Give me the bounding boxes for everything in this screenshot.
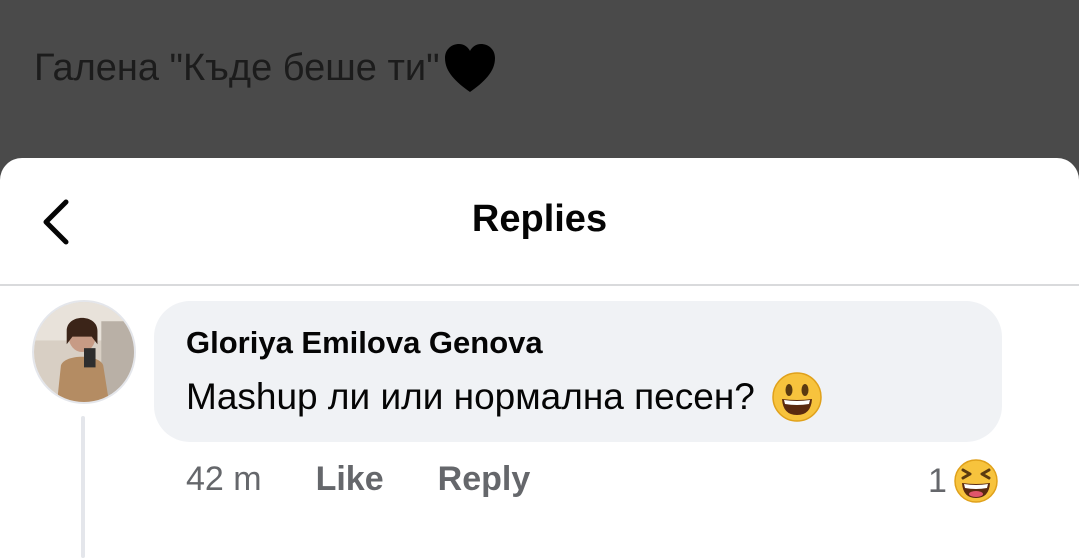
sheet-header: Replies — [0, 158, 1079, 286]
like-button[interactable]: Like — [316, 460, 384, 499]
grinning-face-icon — [771, 371, 823, 423]
sheet-title: Replies — [471, 198, 608, 240]
thread-line — [81, 416, 85, 558]
comment-bubble[interactable]: Gloriya Emilova Genova Mashup ли или нор… — [154, 301, 1002, 442]
comment-text: Mashup ли или нормална песен? — [186, 376, 755, 417]
laughing-face-icon — [953, 458, 999, 504]
comment-text-row: Mashup ли или нормална песен? — [186, 371, 1002, 423]
comment-author[interactable]: Gloriya Emilova Genova — [186, 325, 1002, 361]
reaction-summary[interactable]: 1 — [928, 458, 999, 504]
post-caption-text: Галена "Къде беше ти" — [34, 46, 440, 89]
avatar[interactable] — [32, 300, 136, 404]
comment-actions: 42 m Like Reply — [186, 460, 530, 499]
black-heart-icon — [442, 42, 498, 94]
comment-timestamp[interactable]: 42 m — [186, 460, 262, 499]
reply-button[interactable]: Reply — [438, 460, 531, 499]
post-caption: Галена "Къде беше ти" — [34, 42, 498, 94]
reaction-count: 1 — [928, 461, 947, 500]
replies-sheet: Replies Gloriya Emilova Genova Mashup ли… — [0, 158, 1079, 558]
